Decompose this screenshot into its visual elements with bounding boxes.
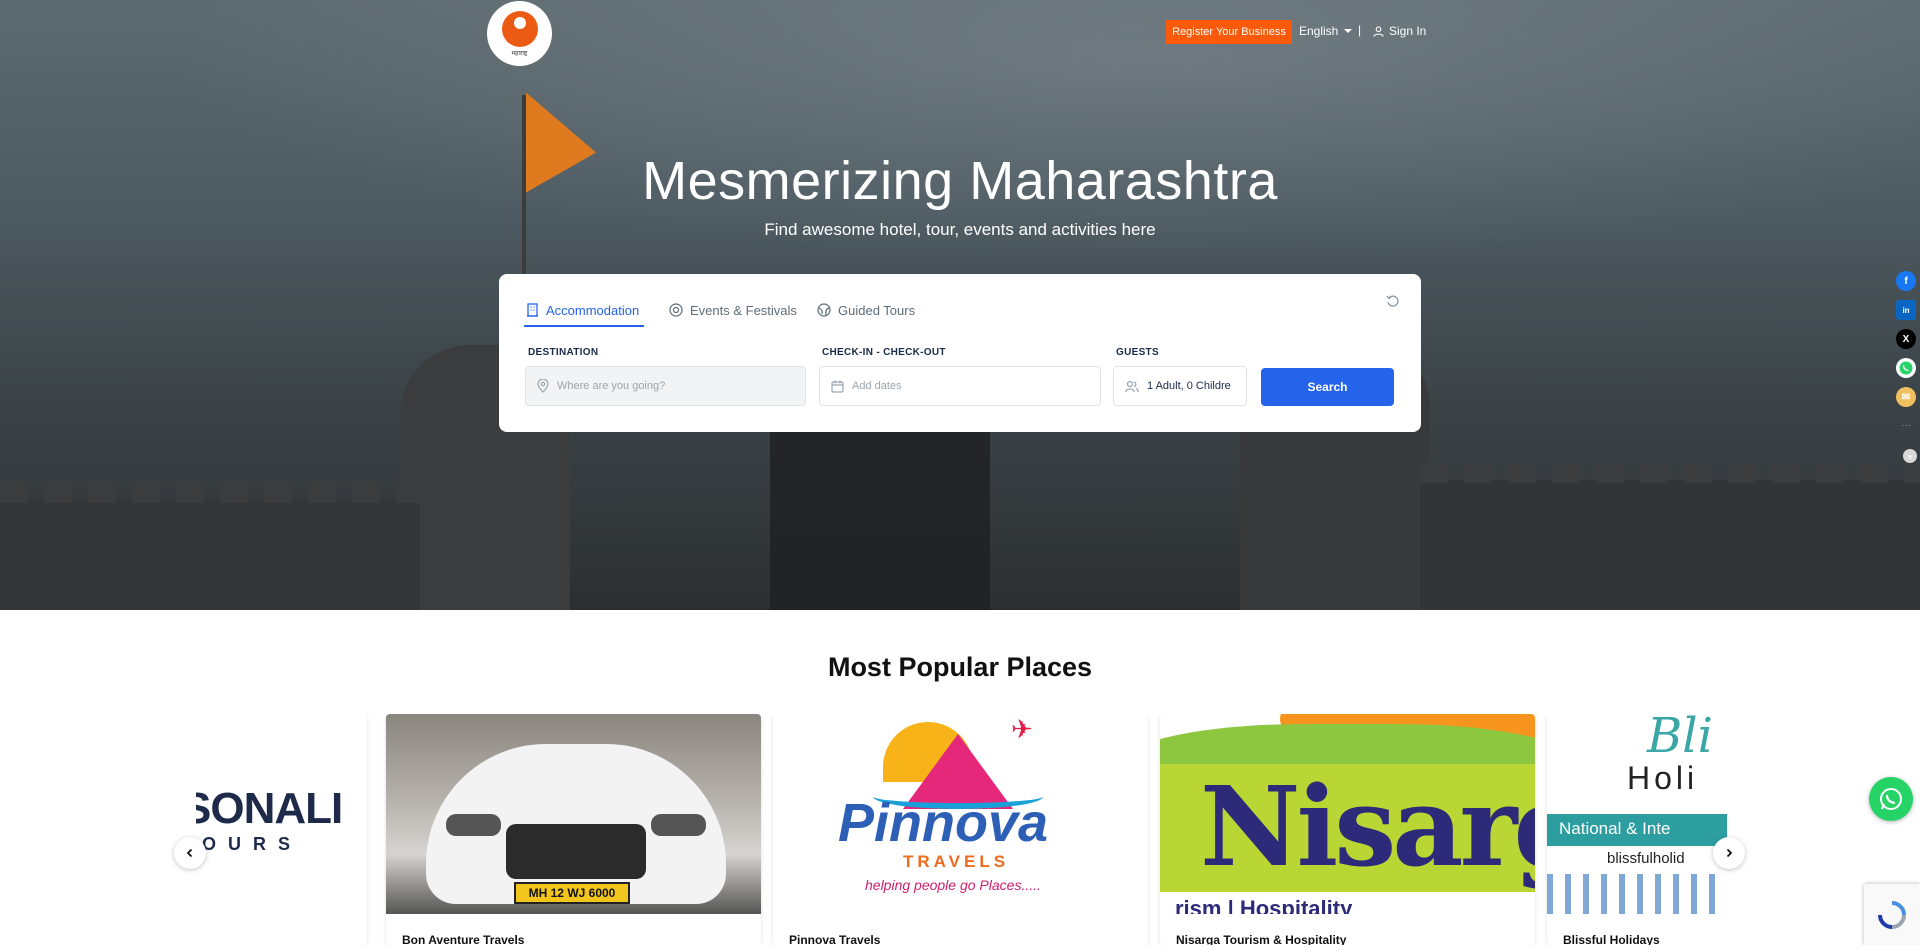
place-card[interactable]: MH 12 WJ 6000 Bon Aventure Travels bbox=[386, 714, 761, 945]
share-toggle-icon[interactable]: » bbox=[1903, 449, 1917, 463]
header-separator: | bbox=[1358, 23, 1362, 37]
users-icon bbox=[1125, 380, 1139, 392]
carousel-next-button[interactable] bbox=[1713, 837, 1745, 869]
place-card[interactable]: ✈ Pinnova TRAVELS helping people go Plac… bbox=[773, 714, 1148, 945]
fort-wall-right bbox=[1420, 480, 1920, 610]
share-linkedin-icon[interactable]: in bbox=[1896, 300, 1916, 320]
dates-label: CHECK-IN - CHECK-OUT bbox=[822, 347, 946, 358]
logo-text: Pinnova bbox=[838, 793, 1049, 853]
whatsapp-glyph bbox=[1899, 361, 1913, 375]
whatsapp-icon bbox=[1880, 788, 1902, 810]
search-button[interactable]: Search bbox=[1261, 368, 1394, 406]
guests-field[interactable]: 1 Adult, 0 Childre bbox=[1113, 366, 1247, 406]
share-facebook-icon[interactable]: f bbox=[1896, 271, 1916, 291]
logo-subtext: TRAVELS bbox=[903, 852, 1010, 871]
fort-battlements-right bbox=[1420, 463, 1920, 483]
user-icon bbox=[1373, 25, 1384, 37]
language-label: English bbox=[1299, 24, 1339, 38]
logo-text: महाराष्ट्र bbox=[511, 50, 528, 57]
refresh-icon bbox=[1386, 295, 1399, 307]
hero-subtitle: Find awesome hotel, tour, events and act… bbox=[764, 220, 1156, 239]
recaptcha-icon bbox=[1878, 900, 1906, 929]
logo-subtext: OURS bbox=[202, 834, 303, 854]
card-image: Bli Holi National & Inte blissfulholid bbox=[1547, 714, 1727, 914]
active-tab-indicator bbox=[524, 325, 644, 327]
email-glyph: ✉ bbox=[1901, 391, 1911, 403]
chevron-left-icon bbox=[186, 848, 193, 858]
map-pin-icon bbox=[537, 379, 549, 393]
logo-subtext: rism | Hospitality bbox=[1175, 896, 1353, 914]
card-image: MH 12 WJ 6000 bbox=[386, 714, 761, 914]
x-glyph: X bbox=[1902, 333, 1910, 345]
card-image: ✈ Pinnova TRAVELS helping people go Plac… bbox=[773, 714, 1148, 914]
card-title[interactable]: Nisarga Tourism & Hospitality bbox=[1176, 933, 1346, 945]
logo-text: Bli bbox=[1647, 714, 1713, 764]
card-title[interactable]: Bon Aventure Travels bbox=[402, 933, 524, 945]
number-plate: MH 12 WJ 6000 bbox=[514, 882, 630, 904]
guests-label: GUESTS bbox=[1116, 347, 1159, 358]
place-card[interactable]: SONALI OURS bbox=[196, 714, 367, 945]
destination-label: DESTINATION bbox=[528, 347, 599, 358]
calendar-icon bbox=[831, 380, 844, 393]
tab-guided-tours[interactable]: Guided Tours bbox=[817, 299, 915, 321]
fort-battlements-left bbox=[0, 483, 420, 503]
whatsapp-chat-button[interactable] bbox=[1869, 777, 1913, 821]
share-whatsapp-icon[interactable] bbox=[1896, 358, 1916, 378]
logo-text: Nisarg bbox=[1200, 762, 1535, 891]
share-more-icon[interactable]: ··· bbox=[1901, 420, 1911, 431]
tab-events-festivals[interactable]: Events & Festivals bbox=[669, 299, 797, 321]
site-logo[interactable]: महाराष्ट्र bbox=[487, 1, 552, 66]
car-headlight bbox=[446, 814, 501, 836]
logo-tagline: helping people go Places..... bbox=[865, 877, 1041, 893]
airplane-icon: ✈ bbox=[1011, 714, 1033, 744]
card-title[interactable]: Pinnova Travels bbox=[789, 933, 880, 945]
logo-subtext: blissfulholid bbox=[1607, 850, 1685, 867]
destination-field[interactable]: Where are you going? bbox=[525, 366, 806, 406]
globe-icon bbox=[817, 303, 831, 317]
tab-label: Accommodation bbox=[546, 302, 640, 318]
language-selector[interactable]: English bbox=[1299, 24, 1353, 38]
popular-places-title: Most Popular Places bbox=[827, 652, 1093, 682]
search-panel: Accommodation Events & Festivals Guided … bbox=[499, 274, 1421, 432]
tab-label: Guided Tours bbox=[838, 302, 916, 318]
facebook-glyph: f bbox=[1904, 275, 1908, 287]
sign-in-link[interactable]: Sign In bbox=[1373, 24, 1426, 38]
recaptcha-badge[interactable] bbox=[1864, 884, 1920, 945]
chevron-down-icon bbox=[1344, 29, 1353, 33]
share-x-icon[interactable]: X bbox=[1896, 329, 1916, 349]
reset-search-button[interactable] bbox=[1386, 294, 1400, 313]
dates-placeholder: Add dates bbox=[852, 380, 902, 392]
carousel-prev-button[interactable] bbox=[174, 837, 206, 869]
logo-skyline bbox=[1547, 874, 1727, 914]
target-icon bbox=[669, 303, 683, 317]
car-headlight bbox=[651, 814, 706, 836]
tab-accommodation[interactable]: Accommodation bbox=[526, 299, 639, 321]
logo-emblem bbox=[501, 10, 538, 47]
logo-midtext: Holi bbox=[1627, 760, 1699, 796]
share-email-icon[interactable]: ✉ bbox=[1896, 387, 1916, 407]
place-card[interactable]: Bli Holi National & Inte blissfulholid B… bbox=[1547, 714, 1727, 945]
card-title[interactable]: Blissful Holidays bbox=[1563, 933, 1660, 945]
car-grille bbox=[506, 824, 646, 879]
card-image: Nisarg rism | Hospitality bbox=[1160, 714, 1535, 914]
linkedin-glyph: in bbox=[1902, 305, 1910, 315]
card-image: SONALI OURS bbox=[196, 714, 367, 914]
hero-title: Mesmerizing Maharashtra bbox=[642, 151, 1278, 211]
fort-wall-left bbox=[0, 500, 420, 610]
popular-places-carousel: SONALI OURS MH 12 WJ 6000 Bon Aventure T… bbox=[196, 714, 1727, 945]
guests-value: 1 Adult, 0 Childre bbox=[1147, 380, 1231, 392]
register-business-button[interactable]: Register Your Business bbox=[1166, 20, 1292, 44]
building-icon bbox=[527, 303, 538, 317]
sign-in-label: Sign In bbox=[1389, 24, 1427, 38]
dates-field[interactable]: Add dates bbox=[819, 366, 1101, 406]
chevron-right-icon bbox=[1726, 848, 1733, 858]
place-card[interactable]: Nisarg rism | Hospitality Nisarga Touris… bbox=[1160, 714, 1535, 945]
tab-label: Events & Festivals bbox=[690, 302, 797, 318]
destination-placeholder: Where are you going? bbox=[557, 380, 666, 392]
logo-text: SONALI bbox=[196, 784, 343, 833]
logo-band-text: National & Inte bbox=[1559, 819, 1671, 838]
